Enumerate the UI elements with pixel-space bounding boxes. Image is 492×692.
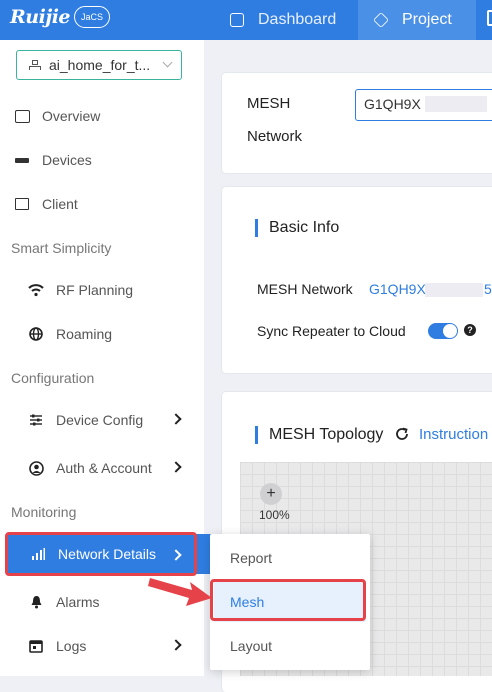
sidebar-item-logs[interactable]: Logs	[0, 624, 204, 668]
user-circle-icon	[28, 460, 44, 476]
sidebar-item-label: Device Config	[56, 412, 144, 428]
sidebar-item-label: Logs	[56, 638, 87, 654]
sync-repeater-label: Sync Repeater to Cloud	[257, 323, 406, 339]
sliders-icon	[28, 412, 44, 428]
refresh-icon[interactable]	[394, 426, 410, 447]
basic-info-title: Basic Info	[269, 219, 340, 236]
zoom-in-button[interactable]: +	[260, 483, 282, 505]
mesh-network-card	[222, 73, 492, 173]
sidebar-item-label: Overview	[42, 108, 101, 124]
mesh-topology-title: MESH Topology	[269, 426, 384, 443]
sidebar-item-label: Auth & Account	[56, 460, 152, 476]
mesh-network-label-line2: Network	[247, 128, 303, 145]
tab-dashboard-label: Dashboard	[258, 11, 337, 28]
top-bar: Ruijie JaCS Dashboard Project	[0, 0, 492, 40]
section-configuration: Configuration	[11, 370, 95, 386]
mesh-network-label-line1: MESH	[247, 95, 291, 112]
dashboard-icon	[230, 13, 244, 27]
tab-dashboard[interactable]: Dashboard	[212, 0, 358, 40]
mesh-topology-title-bar	[255, 426, 258, 444]
help-icon[interactable]: ?	[464, 324, 476, 336]
globe-icon	[28, 326, 44, 342]
annotation-arrow-icon	[148, 578, 212, 606]
calendar-icon	[28, 638, 44, 654]
client-icon	[14, 196, 30, 212]
network-details-highlight	[5, 532, 197, 576]
zoom-level: 100%	[259, 508, 290, 522]
jacs-badge: JaCS	[74, 6, 110, 28]
cube-icon	[373, 12, 389, 28]
sidebar-item-devices[interactable]: Devices	[0, 138, 204, 182]
section-monitoring: Monitoring	[11, 504, 77, 520]
sidebar-item-rf-planning[interactable]: RF Planning	[0, 268, 204, 312]
sidebar-item-auth-account[interactable]: Auth & Account	[0, 446, 204, 490]
sidebar-item-label: Devices	[42, 152, 92, 168]
section-smart-simplicity: Smart Simplicity	[11, 240, 112, 256]
tab-project-label: Project	[402, 11, 452, 28]
sync-repeater-toggle[interactable]	[428, 323, 458, 339]
sidebar-item-roaming[interactable]: Roaming	[0, 312, 204, 356]
bell-icon	[28, 594, 44, 610]
project-select[interactable]: ai_home_for_t...	[16, 50, 182, 80]
sidebar-item-client[interactable]: Client	[0, 182, 204, 226]
mesh-network-info-tail: 5	[484, 281, 492, 297]
sidebar-item-label: Alarms	[56, 594, 100, 610]
project-select-value: ai_home_for_t...	[49, 57, 151, 73]
sidebar-item-device-config[interactable]: Device Config	[0, 398, 204, 442]
sidebar-item-label: Roaming	[56, 326, 113, 342]
devices-icon	[14, 152, 30, 168]
basic-info-title-bar	[255, 219, 258, 237]
submenu-item-report[interactable]: Report	[210, 538, 370, 578]
redaction-mask	[425, 283, 483, 297]
basic-info-card	[222, 187, 492, 373]
sidebar-item-label: RF Planning	[56, 282, 134, 298]
mesh-network-info-label: MESH Network	[257, 281, 353, 297]
sidebar-item-overview[interactable]: Overview	[0, 94, 204, 138]
redaction-mask	[425, 96, 487, 112]
submenu-item-layout[interactable]: Layout	[210, 626, 370, 666]
sidebar-item-label: Client	[42, 196, 78, 212]
instruction-link[interactable]: Instruction	[419, 426, 488, 443]
device-icon[interactable]	[487, 10, 492, 26]
mesh-network-select-value: G1QH9X	[364, 96, 421, 112]
chevron-down-icon	[162, 57, 173, 68]
chevron-right-icon	[170, 413, 182, 425]
chevron-right-icon	[170, 461, 182, 473]
mesh-highlight	[210, 579, 366, 621]
tab-project[interactable]: Project	[358, 0, 476, 40]
ruijie-logo: Ruijie	[10, 6, 71, 28]
chevron-right-icon	[170, 639, 182, 651]
network-icon	[29, 60, 41, 70]
wifi-icon	[28, 282, 44, 298]
overview-icon	[14, 108, 30, 124]
